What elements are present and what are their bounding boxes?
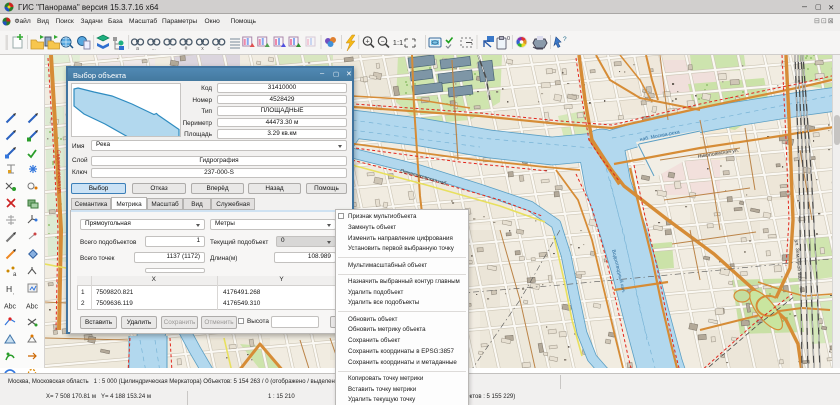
svg-text:?: ?	[563, 36, 567, 43]
svg-text:x: x	[201, 46, 204, 52]
svg-text:#: #	[185, 46, 188, 52]
svg-text:...: ...	[152, 46, 156, 52]
svg-text:+: +	[365, 39, 369, 46]
svg-text:a: a	[13, 272, 17, 278]
svg-text:Abc: Abc	[26, 304, 39, 311]
svg-text:Abc: Abc	[4, 304, 17, 311]
svg-text:c: c	[218, 46, 221, 52]
svg-text:-: -	[169, 46, 171, 52]
svg-text:−: −	[380, 39, 384, 46]
svg-text:0: 0	[507, 36, 510, 42]
svg-text:H: H	[6, 284, 12, 294]
svg-text:1:1: 1:1	[393, 38, 403, 47]
svg-text:,: ,	[13, 290, 14, 296]
svg-text:a: a	[136, 46, 139, 52]
